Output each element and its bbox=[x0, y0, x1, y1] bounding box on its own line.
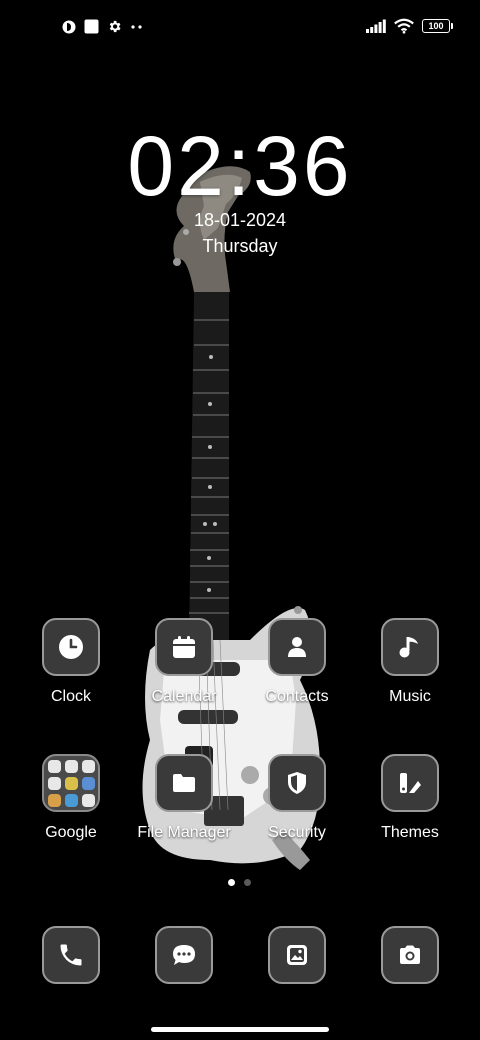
app-label: File Manager bbox=[137, 824, 231, 841]
dock-gallery[interactable] bbox=[242, 926, 352, 984]
lockscreen-day: Thursday bbox=[202, 236, 278, 256]
clock-icon bbox=[59, 635, 83, 659]
app-label: Security bbox=[268, 824, 326, 841]
app-label: Contacts bbox=[265, 688, 329, 705]
battery-icon: 100 bbox=[422, 19, 453, 33]
camera-icon bbox=[400, 945, 420, 964]
app-label: Music bbox=[389, 688, 431, 705]
app-google-folder[interactable]: Google bbox=[16, 754, 126, 842]
page-dot-active bbox=[228, 879, 235, 886]
google-folder-icon bbox=[47, 759, 95, 807]
dock-phone[interactable] bbox=[16, 926, 126, 984]
app-clock[interactable]: Clock bbox=[16, 618, 126, 706]
lockscreen-date: 18-01-2024 bbox=[193, 210, 287, 230]
app-security[interactable]: Security bbox=[242, 754, 352, 842]
app-file-manager[interactable]: File Manager bbox=[129, 754, 239, 842]
folder-icon bbox=[173, 774, 195, 792]
status-bar: 100 bbox=[0, 0, 480, 56]
themes-icon bbox=[400, 773, 421, 793]
dock-camera[interactable] bbox=[355, 926, 465, 984]
square-notification-icon bbox=[84, 19, 99, 34]
calendar-icon bbox=[173, 636, 195, 658]
app-themes[interactable]: Themes bbox=[355, 754, 465, 842]
gallery-icon bbox=[287, 945, 307, 965]
page-indicator bbox=[228, 879, 251, 886]
app-music[interactable]: Music bbox=[355, 618, 465, 706]
lockscreen-time: 02:36 bbox=[127, 119, 353, 213]
app-label: Themes bbox=[381, 824, 439, 841]
wifi-icon bbox=[394, 18, 414, 34]
music-note-icon bbox=[399, 637, 418, 658]
phone-icon bbox=[60, 944, 82, 966]
page-dot bbox=[244, 879, 251, 886]
shield-icon bbox=[288, 772, 306, 794]
app-notification-icon bbox=[62, 20, 76, 33]
messages-icon bbox=[173, 945, 195, 965]
settings-gear-icon bbox=[109, 20, 121, 33]
app-contacts[interactable]: Contacts bbox=[242, 618, 352, 706]
gesture-navigation-bar[interactable] bbox=[151, 1027, 329, 1032]
more-dots-icon bbox=[131, 24, 142, 29]
app-calendar[interactable]: Calendar bbox=[129, 618, 239, 706]
contacts-icon bbox=[288, 637, 306, 657]
signal-icon bbox=[366, 19, 386, 33]
dock-messages[interactable] bbox=[129, 926, 239, 984]
app-label: Calendar bbox=[151, 688, 217, 705]
app-label: Clock bbox=[50, 688, 91, 705]
app-label: Google bbox=[45, 824, 97, 841]
